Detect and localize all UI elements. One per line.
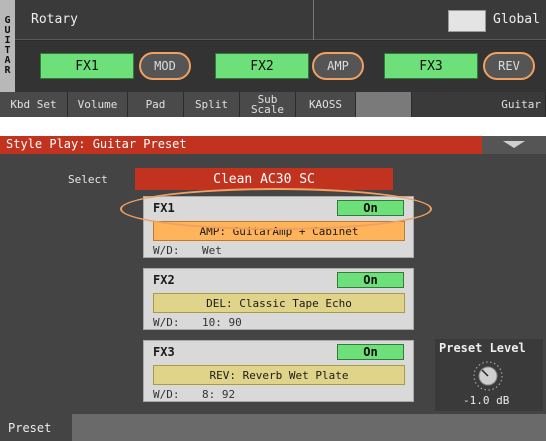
preset-level-box: Preset Level -1.0 dB xyxy=(435,339,543,411)
page-title-bar: Style Play: Guitar Preset xyxy=(0,136,546,154)
track-name[interactable]: Rotary xyxy=(31,12,78,27)
page-tab-strip: Preset xyxy=(0,414,546,441)
tab-volume[interactable]: Volume xyxy=(68,92,128,117)
tab-preset[interactable]: Preset xyxy=(0,414,72,441)
fx3-button[interactable]: FX3 xyxy=(384,53,478,79)
fx-controls-row: FX1 MOD FX2 AMP FX3 REV xyxy=(15,41,546,92)
fx2-type-select[interactable]: DEL: Classic Tape Echo xyxy=(153,293,405,313)
global-checkbox[interactable] xyxy=(448,10,486,32)
fx2-on-button[interactable]: On xyxy=(337,272,404,288)
fx2-name: FX2 xyxy=(153,273,175,287)
page-menu-button[interactable] xyxy=(482,136,546,154)
track-info-panel: G U I T A R Rotary Global FX1 MOD FX2 AM… xyxy=(0,0,546,117)
fx3-panel: FX3 On REV: Reverb Wet Plate W/D: 8: 92 xyxy=(143,340,414,402)
side-tab-letter: R xyxy=(4,65,11,76)
fx1-type-select[interactable]: AMP: GuitarAmp + Cabinet xyxy=(153,221,405,241)
select-label: Select xyxy=(68,173,108,186)
tab-blank[interactable] xyxy=(356,92,412,117)
fx1-on-button[interactable]: On xyxy=(337,200,404,216)
fx3-wd-value[interactable]: 8: 92 xyxy=(202,388,235,401)
tab-pad[interactable]: Pad xyxy=(128,92,184,117)
chevron-down-icon xyxy=(503,141,525,148)
fx1-panel: FX1 On AMP: GuitarAmp + Cabinet W/D: Wet xyxy=(143,196,414,258)
fx1-button[interactable]: FX1 xyxy=(40,53,134,79)
divider xyxy=(313,0,314,40)
tab-kaoss[interactable]: KAOSS xyxy=(296,92,356,117)
fx2-button[interactable]: FX2 xyxy=(215,53,309,79)
tab-sub-scale[interactable]: Sub Scale xyxy=(240,92,296,117)
fx3-name: FX3 xyxy=(153,345,175,359)
mod-button[interactable]: MOD xyxy=(139,52,191,80)
fx3-wd-label: W/D: xyxy=(153,388,180,401)
fx3-on-button[interactable]: On xyxy=(337,344,404,360)
track-name-row: Rotary Global xyxy=(15,0,546,40)
amp-button[interactable]: AMP xyxy=(312,52,364,80)
guitar-side-tab: G U I T A R xyxy=(0,0,15,92)
fx2-wd-value[interactable]: 10: 90 xyxy=(202,316,242,329)
level-knob-icon[interactable] xyxy=(473,361,503,391)
tab-split[interactable]: Split xyxy=(184,92,240,117)
rev-button[interactable]: REV xyxy=(483,52,535,80)
fx3-type-select[interactable]: REV: Reverb Wet Plate xyxy=(153,365,405,385)
tab-kbd-set[interactable]: Kbd Set xyxy=(0,92,68,117)
guitar-preset-page: Style Play: Guitar Preset Select Clean A… xyxy=(0,136,546,441)
preset-level-title: Preset Level xyxy=(439,341,526,355)
fx1-wd-label: W/D: xyxy=(153,244,180,257)
preset-level-value: -1.0 dB xyxy=(463,394,510,407)
fx2-wd-label: W/D: xyxy=(153,316,180,329)
fx2-panel: FX2 On DEL: Classic Tape Echo W/D: 10: 9… xyxy=(143,268,414,330)
fx1-wd-value[interactable]: Wet xyxy=(202,244,222,257)
global-label: Global xyxy=(493,12,540,27)
preset-select[interactable]: Clean AC30 SC xyxy=(135,168,393,190)
track-tab-bar: Kbd Set Volume Pad Split Sub Scale KAOSS… xyxy=(0,92,546,117)
tab-guitar[interactable]: Guitar xyxy=(412,92,546,117)
fx1-name: FX1 xyxy=(153,201,175,215)
page-title: Style Play: Guitar Preset xyxy=(6,137,187,151)
